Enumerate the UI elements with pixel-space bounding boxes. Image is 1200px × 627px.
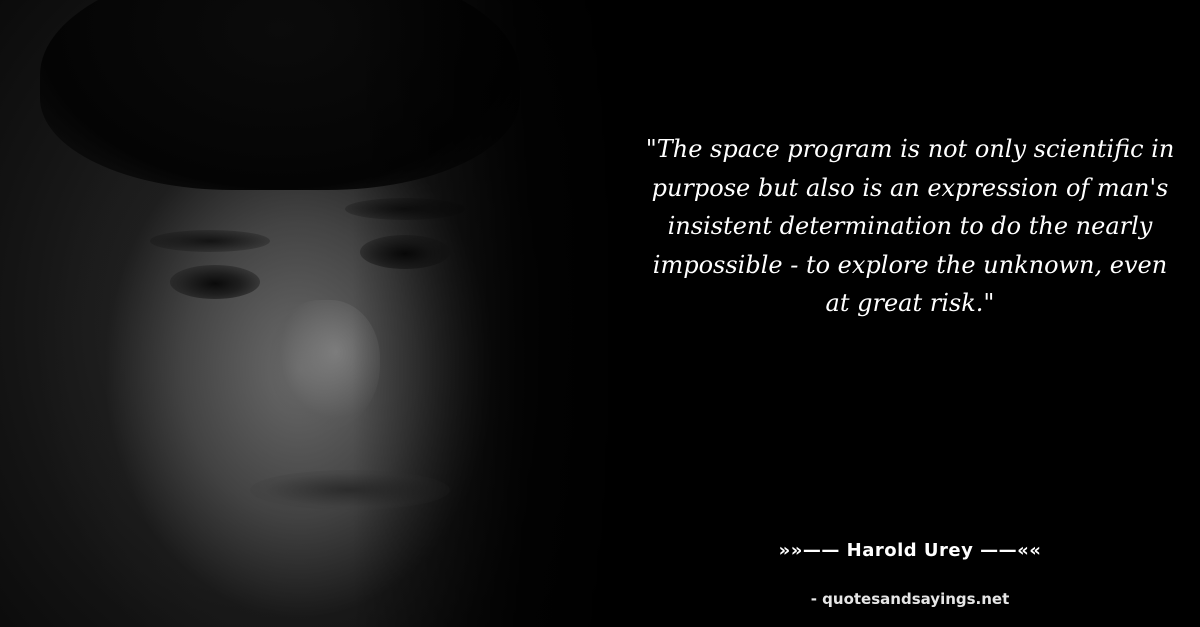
portrait-left-eye [170,265,260,299]
portrait-right-eye [360,235,450,269]
portrait-nose [270,300,380,430]
source-credit: - quotesandsayings.net [810,590,1010,608]
author-name: »»—— Harold Urey ——«« [778,540,1042,561]
portrait-left-brow [150,230,270,252]
quote-card: "The space program is not only scientifi… [0,0,1200,627]
portrait-right-brow [345,198,465,220]
quote-text: "The space program is not only scientifi… [645,135,1175,317]
portrait-mouth [250,470,450,510]
portrait-hair [40,0,520,190]
author-portrait [0,0,640,627]
